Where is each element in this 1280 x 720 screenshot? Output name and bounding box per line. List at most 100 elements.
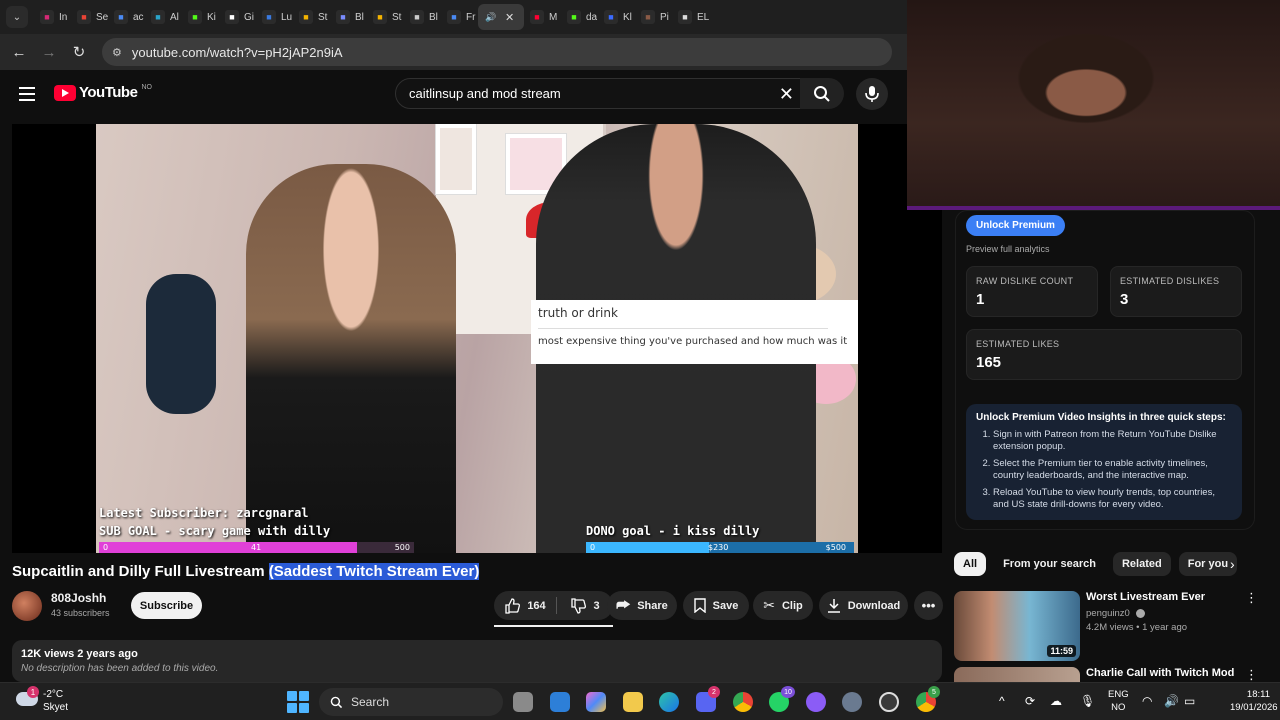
browser-tab[interactable]: 🔊 ✕ (478, 4, 524, 30)
cloud-icon[interactable]: ☁ (1050, 694, 1062, 708)
browser-tab[interactable]: ■ EL (672, 4, 709, 30)
browser-tab[interactable]: ■ Gi (219, 4, 256, 30)
search-icon (814, 85, 830, 102)
dislike-button[interactable]: 3 (557, 591, 613, 620)
site-info-icon[interactable]: ⚙ (112, 46, 122, 59)
video-frame[interactable]: truth or drink most expensive thing you'… (96, 124, 858, 553)
save-button[interactable]: Save (683, 591, 749, 620)
back-button[interactable]: ← (4, 44, 34, 61)
like-button[interactable]: 164 (494, 591, 556, 620)
settings-icon[interactable] (842, 692, 862, 712)
wall-frame (436, 124, 476, 194)
subscribe-button[interactable]: Subscribe (131, 592, 202, 619)
browser-tab[interactable]: ■ St (367, 4, 404, 30)
tab-label: Gi (244, 11, 254, 23)
tab-label: Fr (466, 11, 476, 23)
chat-app-icon[interactable] (806, 692, 826, 712)
reload-button[interactable]: ↻ (64, 43, 94, 61)
panel-subtitle: Preview full analytics (966, 244, 1050, 254)
chip-related[interactable]: Related (1112, 552, 1171, 576)
tab-label: EL (697, 11, 709, 23)
chevron-right-icon[interactable]: › (1230, 556, 1235, 572)
description-text: No description has been added to this vi… (21, 663, 219, 674)
more-vertical-icon[interactable]: ⋮ (1245, 667, 1258, 683)
share-button[interactable]: ⮫ Share (607, 591, 677, 620)
edge-icon[interactable] (659, 692, 679, 712)
channel-avatar[interactable] (12, 591, 42, 621)
chevron-up-icon[interactable]: ^ (999, 694, 1005, 708)
browser-tab[interactable]: ■ Ki (182, 4, 219, 30)
clip-label: Clip (781, 599, 803, 612)
more-actions-button[interactable]: ••• (914, 591, 943, 620)
browser-tab[interactable]: ■ da (561, 4, 598, 30)
close-tab-icon[interactable]: ✕ (505, 11, 514, 24)
taskbar-search[interactable]: Search (319, 688, 503, 716)
subscriber-count: 43 subscribers (51, 608, 110, 618)
browser-tab[interactable]: ■ ac (108, 4, 145, 30)
kick-icon: ■ (567, 10, 581, 24)
card-question: most expensive thing you've purchased an… (538, 336, 848, 347)
estimated-likes-card: ESTIMATED LIKES 165 (966, 329, 1242, 380)
chrome-icon[interactable] (733, 692, 753, 712)
file-explorer-icon[interactable] (623, 692, 643, 712)
verified-icon (1135, 608, 1145, 618)
browser-tab[interactable]: ■ Se (71, 4, 108, 30)
task-view-icon[interactable] (513, 692, 533, 712)
tab-label: ac (133, 11, 144, 23)
chip-all[interactable]: All (954, 552, 987, 576)
copilot-icon[interactable] (586, 692, 606, 712)
browser-tab[interactable]: ■ Al (145, 4, 182, 30)
browser-tab[interactable]: ■ Fr (441, 4, 478, 30)
search-input[interactable]: caitlinsup and mod stream ✕ (395, 78, 805, 109)
language-indicator[interactable]: ENG NO (1108, 688, 1129, 714)
wifi-icon[interactable]: ◠ (1142, 694, 1152, 708)
tab-search-menu-button[interactable]: ⌄ (6, 6, 28, 28)
windows-start-icon[interactable] (287, 691, 309, 713)
recommendation-thumbnail[interactable]: 11:59 (954, 591, 1080, 661)
search-button[interactable] (800, 78, 844, 109)
system-clock[interactable]: 18:11 19/01/2026 (1230, 688, 1278, 714)
forward-button[interactable]: → (34, 44, 64, 61)
browser-tab[interactable]: ■ Lu (256, 4, 293, 30)
recommendation-channel[interactable]: penguinz0 (1086, 608, 1145, 619)
recommendation-title[interactable]: Charlie Call with Twitch Mod (1086, 667, 1234, 679)
save-label: Save (712, 599, 739, 612)
chip-for-you[interactable]: For you (1178, 552, 1238, 576)
chip-from-your-search[interactable]: From your search (994, 552, 1105, 576)
recommendation-title[interactable]: Worst Livestream Ever (1086, 591, 1205, 603)
microphone-icon[interactable]: 🎙 (1080, 694, 1095, 708)
share-icon: ⮫ (616, 597, 631, 614)
estimated-dislikes-label: ESTIMATED DISLIKES (1120, 276, 1220, 286)
voice-search-button[interactable] (856, 78, 888, 110)
battery-icon[interactable]: ▭ (1184, 694, 1195, 708)
url-field[interactable]: ⚙ youtube.com/watch?v=pH2jAP2n9iA (102, 38, 892, 66)
download-button[interactable]: Download (819, 591, 908, 620)
steps-title: Unlock Premium Video Insights in three q… (976, 412, 1226, 423)
weather-temperature[interactable]: -2°C (43, 689, 63, 700)
raw-dislike-card: RAW DISLIKE COUNT 1 (966, 266, 1098, 317)
store-icon[interactable] (550, 692, 570, 712)
browser-tab[interactable]: ■ M (524, 4, 561, 30)
browser-tab[interactable]: ■ In (34, 4, 71, 30)
browser-tab[interactable]: ■ Bl (404, 4, 441, 30)
channel-name[interactable]: 808Joshh (51, 591, 106, 605)
more-vertical-icon[interactable]: ⋮ (1245, 590, 1258, 606)
card-title: truth or drink (538, 306, 618, 320)
browser-tab[interactable]: ■ Bl (330, 4, 367, 30)
hamburger-menu-icon[interactable] (19, 87, 35, 101)
sync-icon[interactable]: ⟳ (1025, 694, 1035, 708)
browser-tab[interactable]: ■ St (293, 4, 330, 30)
obs-icon[interactable] (879, 692, 899, 712)
browser-tab[interactable]: ■ Pi (635, 4, 672, 30)
description-box[interactable]: 12K views 2 years ago No description has… (12, 640, 942, 682)
clear-search-icon[interactable]: ✕ (779, 84, 794, 105)
clip-button[interactable]: ✂ Clip (753, 591, 813, 620)
weather-description[interactable]: Skyet (43, 702, 68, 713)
unlock-premium-button[interactable]: Unlock Premium (966, 215, 1065, 236)
volume-icon[interactable]: 🔊 (1164, 694, 1179, 708)
keyboard-layout: NO (1111, 702, 1126, 713)
browser-tab[interactable]: ■ Kl (598, 4, 635, 30)
estimated-dislikes-value: 3 (1120, 291, 1129, 308)
youtube-logo[interactable]: YouTube NO (54, 84, 152, 101)
country-code: NO (141, 84, 152, 91)
